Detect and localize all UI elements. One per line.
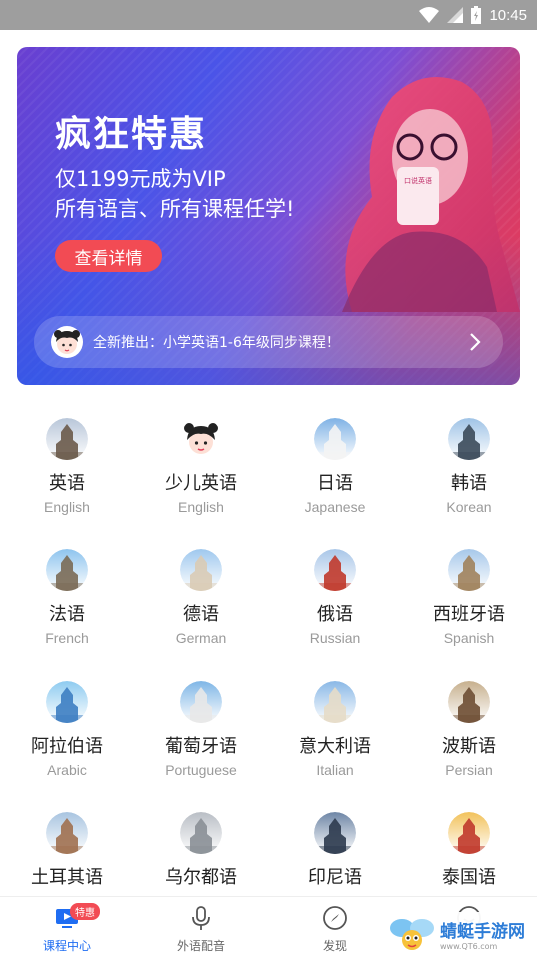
nav-badge-special: 特惠 <box>70 903 100 920</box>
status-bar: 10:45 <box>0 0 537 30</box>
language-item[interactable]: 西班牙语 Spanish <box>402 531 536 651</box>
language-name: 日语 <box>317 473 353 494</box>
mount-fuji-icon <box>314 418 356 460</box>
status-icons: 10:45 <box>419 0 527 30</box>
dragonfly-logo-icon <box>390 919 434 950</box>
language-english-name: English <box>44 499 90 515</box>
language-item[interactable]: 英语 English <box>0 400 134 520</box>
language-item[interactable]: 日语 Japanese <box>268 400 402 520</box>
watermark: 蜻蜓手游网 www.QT6.com <box>388 912 537 956</box>
language-name: 泰国语 <box>442 867 496 888</box>
language-name: 印尼语 <box>308 867 362 888</box>
watermark-name: 蜻蜓手游网 <box>440 922 525 942</box>
language-english-name: German <box>175 630 227 646</box>
language-english-name: Japanese <box>304 499 366 515</box>
language-item[interactable]: 波斯语 Persian <box>402 663 536 783</box>
language-name: 西班牙语 <box>433 604 505 625</box>
language-english-name: Italian <box>316 762 354 778</box>
language-item[interactable]: 意大利语 Italian <box>268 663 402 783</box>
compass-icon <box>322 905 348 931</box>
sagrada-familia-icon <box>448 549 490 591</box>
nav-label-course-center: 课程中心 <box>42 939 91 953</box>
banner-title: 疯狂特惠 <box>55 114 208 155</box>
battery-icon <box>471 6 482 24</box>
language-name: 俄语 <box>317 604 353 625</box>
castle-icon <box>180 549 222 591</box>
watermark-url: www.QT6.com <box>440 942 498 951</box>
thai-temple-icon <box>448 812 490 854</box>
nav-label-dubbing: 外语配音 <box>176 939 225 953</box>
persian-building-icon <box>448 681 490 723</box>
language-item[interactable]: 俄语 Russian <box>268 531 402 651</box>
chevron-right-icon <box>470 333 481 351</box>
language-name: 英语 <box>49 473 85 494</box>
language-name: 乌尔都语 <box>165 867 237 888</box>
language-english-name: Portuguese <box>165 762 237 778</box>
language-english-name: Korean <box>446 499 492 515</box>
language-name: 德语 <box>183 604 219 625</box>
language-name: 少儿英语 <box>165 473 237 494</box>
notice-text: 全新推出：小学英语1-6年级同步课程！ <box>93 335 340 351</box>
language-english-name: Spanish <box>443 630 495 646</box>
language-item[interactable]: 少儿英语 English <box>134 400 268 520</box>
language-english-name: French <box>45 630 89 646</box>
language-name: 意大利语 <box>299 736 371 757</box>
city-skyline-icon <box>46 418 88 460</box>
temple-icon <box>314 812 356 854</box>
wifi-icon <box>419 7 440 23</box>
nav-dubbing[interactable]: 外语配音 <box>134 897 268 956</box>
banner-subtitle-price: 仅1199元成为VIP <box>55 167 226 191</box>
language-name: 葡萄牙语 <box>165 736 237 757</box>
kremlin-icon <box>314 549 356 591</box>
language-english-name: Arabic <box>47 762 87 778</box>
language-name: 土耳其语 <box>31 867 103 888</box>
language-name: 波斯语 <box>442 736 496 757</box>
promo-banner[interactable]: 口说英语 疯狂特惠 仅1199元成为VIP 所有语言、所有课程任学! 查看详情 … <box>17 47 520 385</box>
language-name: 韩语 <box>451 473 487 494</box>
signal-icon <box>447 7 464 23</box>
language-name: 阿拉伯语 <box>31 736 103 757</box>
notice-bar[interactable]: 全新推出：小学英语1-6年级同步课程！ <box>34 316 503 368</box>
language-english-name: Russian <box>309 630 361 646</box>
language-item[interactable]: 韩语 Korean <box>402 400 536 520</box>
language-english-name: English <box>178 499 224 515</box>
language-english-name: Persian <box>445 762 493 778</box>
microphone-icon <box>188 905 214 931</box>
nav-label-discover: 发现 <box>322 939 347 953</box>
tower-icon <box>180 681 222 723</box>
banner-person-illustration: 口说英语 <box>342 77 520 312</box>
cup-text: 口说英语 <box>404 176 432 185</box>
burj-al-arab-icon <box>46 681 88 723</box>
mosque-icon <box>46 812 88 854</box>
view-details-button[interactable]: 查看详情 <box>55 240 162 272</box>
language-item[interactable]: 法语 French <box>0 531 134 651</box>
dome-icon <box>180 812 222 854</box>
nav-discover[interactable]: 发现 <box>268 897 402 956</box>
kid-avatar-icon <box>51 326 83 358</box>
nav-course-center[interactable]: 特惠 课程中心 <box>0 897 134 956</box>
language-item[interactable]: 德语 German <box>134 531 268 651</box>
language-item[interactable]: 葡萄牙语 Portuguese <box>134 663 268 783</box>
kid-avatar-icon <box>180 418 222 460</box>
eiffel-tower-icon <box>46 549 88 591</box>
language-name: 法语 <box>49 604 85 625</box>
status-time: 10:45 <box>489 6 527 24</box>
korean-palace-icon <box>448 418 490 460</box>
banner-subtitle-courses: 所有语言、所有课程任学! <box>55 197 295 221</box>
language-item[interactable]: 阿拉伯语 Arabic <box>0 663 134 783</box>
leaning-tower-icon <box>314 681 356 723</box>
